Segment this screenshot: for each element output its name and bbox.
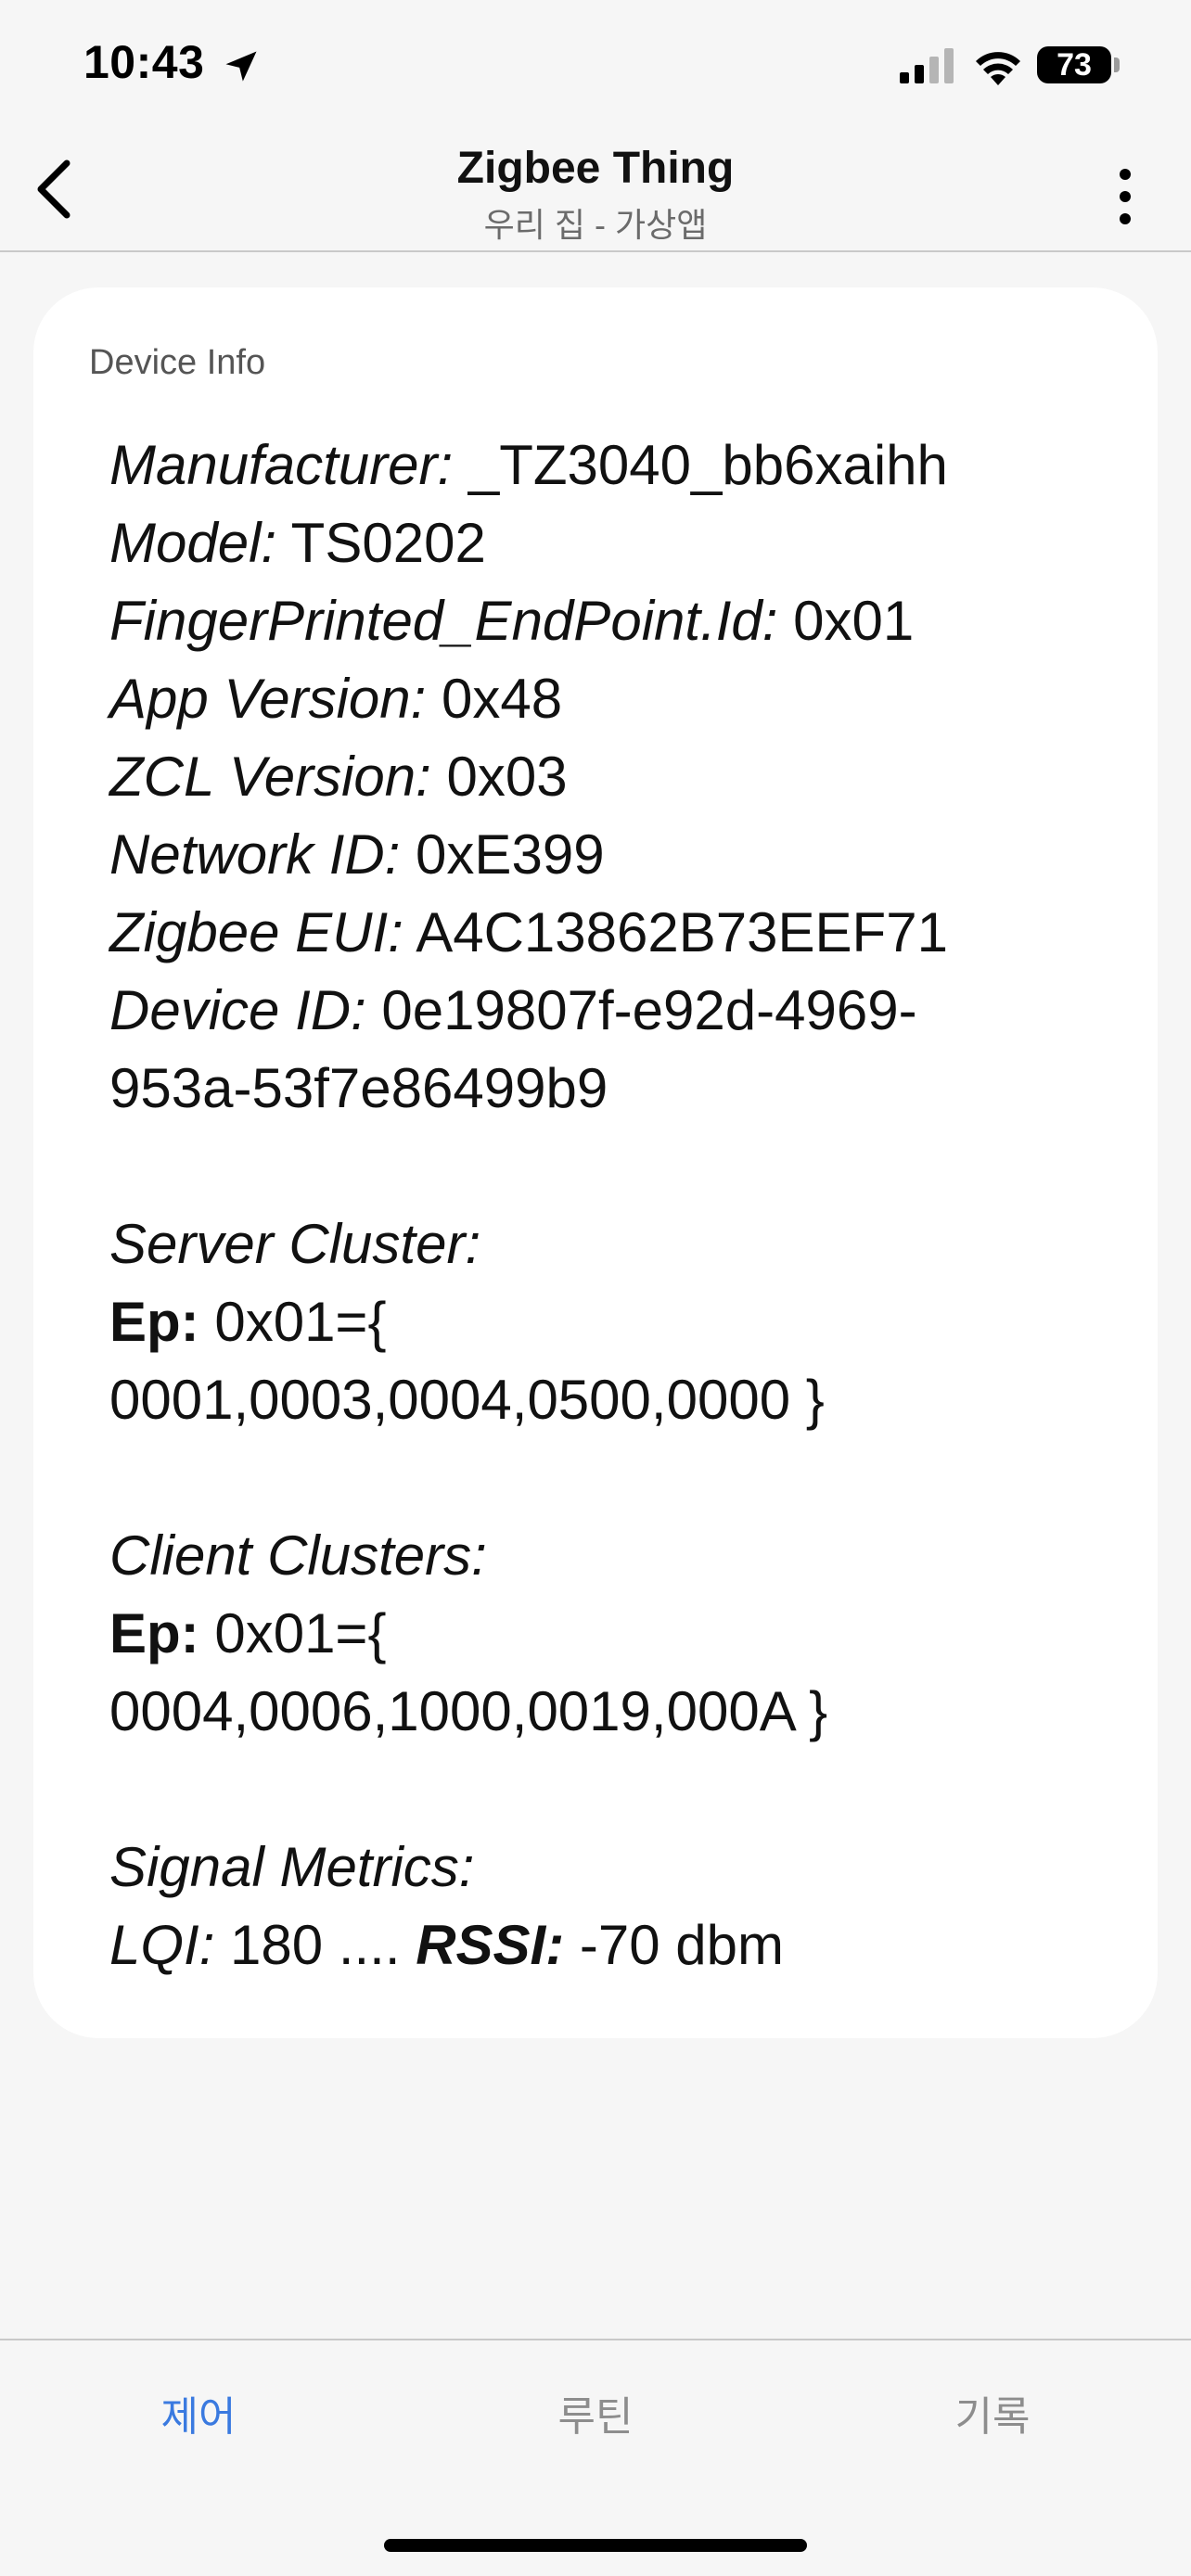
signal-heading: Signal Metrics: [109,1836,475,1898]
model-line: Model: TS0202 [109,504,1093,582]
server-ep-line: Ep: 0x01={ [109,1283,1093,1361]
home-indicator[interactable] [384,2539,807,2552]
device-id-line: Device ID: 0e19807f-e92d-4969- [109,972,1093,1050]
zcl-version-value: 0x03 [430,746,568,808]
client-ep-value: 0x01={ [198,1602,387,1664]
battery-tip [1114,57,1120,72]
more-vertical-icon[interactable] [1095,159,1156,234]
lqi-key: LQI: [109,1914,215,1976]
zigbee-eui-line: Zigbee EUI: A4C13862B73EEF71 [109,894,1093,972]
wifi-icon [976,52,1020,85]
tab-routines[interactable]: 루틴 [456,2383,735,2442]
tab-history[interactable]: 기록 [853,2383,1132,2442]
device-id-value-part1: 0e19807f-e92d-4969- [365,979,917,1041]
fingerprint-key: FingerPrinted_EndPoint.Id: [109,590,778,652]
server-cluster-heading: Server Cluster: [109,1213,481,1275]
battery-icon: 73 [1037,46,1111,83]
network-id-line: Network ID: 0xE399 [109,816,1093,894]
device-id-value-part2: 953a-53f7e86499b9 [109,1057,608,1119]
page-subtitle: 우리 집 - 가상앱 [483,206,708,244]
location-arrow-icon [225,51,257,82]
tab-control[interactable]: 제어 [59,2383,338,2442]
zigbee-eui-key: Zigbee EUI: [109,901,403,963]
signal-metrics-line: LQI: 180 .... RSSI: -70 dbm [109,1906,1093,1984]
manufacturer-key: Manufacturer: [109,434,454,496]
model-value: TS0202 [276,512,486,574]
client-clusters-heading: Client Clusters: [109,1524,487,1587]
zcl-version-key: ZCL Version: [109,746,431,808]
header-divider [0,250,1191,252]
status-time: 10:43 [83,36,205,88]
manufacturer-value: _TZ3040_bb6xaihh [453,434,948,496]
battery-level: 73 [1057,46,1092,83]
status-bar: 10:43 73 [0,0,1191,130]
screen: 10:43 73 Zigbee Thing 우리 집 - 가상앱 Device … [0,0,1191,2576]
network-id-value: 0xE399 [400,823,605,886]
client-cluster-list-line: 0004,0006,1000,0019,000A } [109,1673,1093,1751]
cellular-signal-icon [900,48,954,83]
rssi-key: RSSI: [416,1914,565,1976]
app-header: Zigbee Thing 우리 집 - 가상앱 [0,130,1191,252]
server-ep-value: 0x01={ [198,1291,387,1353]
app-version-line: App Version: 0x48 [109,660,1093,738]
zcl-version-line: ZCL Version: 0x03 [109,738,1093,816]
server-cluster-list-line: 0001,0003,0004,0500,0000 } [109,1361,1093,1439]
device-id-key: Device ID: [109,979,366,1041]
model-key: Model: [109,512,277,574]
card-label: Device Info [89,343,266,382]
fingerprint-value: 0x01 [777,590,915,652]
client-clusters-heading-line: Client Clusters: [109,1517,1093,1595]
device-id-line-continued: 953a-53f7e86499b9 [109,1050,1093,1128]
rssi-value: -70 dbm [564,1914,784,1976]
server-cluster-list: 0001,0003,0004,0500,0000 } [109,1369,825,1431]
app-version-value: 0x48 [426,668,563,730]
server-cluster-heading-line: Server Cluster: [109,1205,1093,1283]
client-ep-key: Ep: [109,1602,199,1664]
app-version-key: App Version: [109,668,427,730]
client-cluster-list: 0004,0006,1000,0019,000A } [109,1680,828,1742]
fingerprint-line: FingerPrinted_EndPoint.Id: 0x01 [109,582,1093,660]
client-ep-line: Ep: 0x01={ [109,1595,1093,1673]
zigbee-eui-value: A4C13862B73EEF71 [403,901,948,963]
page-title: Zigbee Thing [456,144,735,193]
device-info-text: Manufacturer: _TZ3040_bb6xaihh Model: TS… [109,427,1093,1984]
signal-heading-line: Signal Metrics: [109,1829,1093,1906]
network-id-key: Network ID: [109,823,401,886]
manufacturer-line: Manufacturer: _TZ3040_bb6xaihh [109,427,1093,504]
device-info-card: Device Info Manufacturer: _TZ3040_bb6xai… [33,287,1158,2038]
server-ep-key: Ep: [109,1291,199,1353]
lqi-value: 180 .... [214,1914,416,1976]
